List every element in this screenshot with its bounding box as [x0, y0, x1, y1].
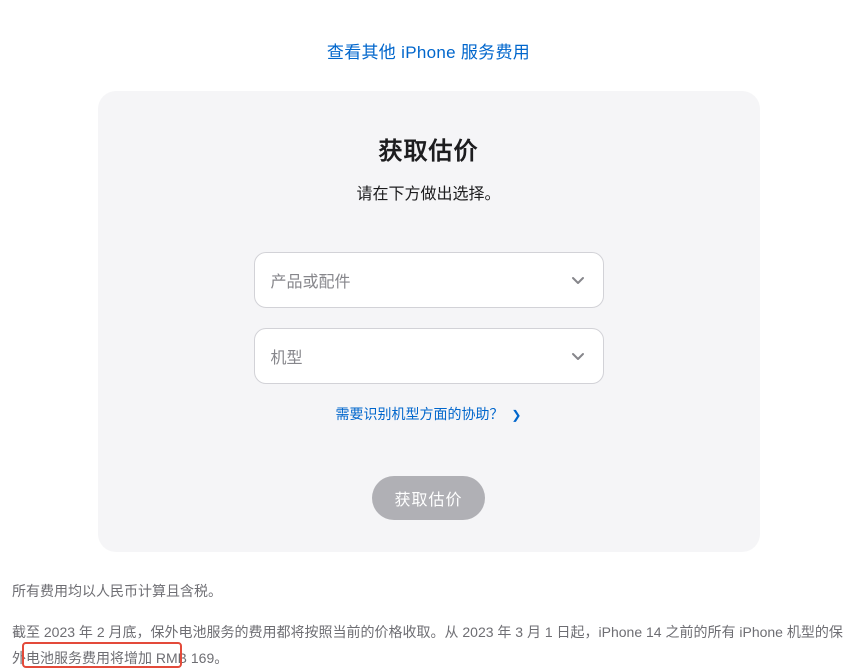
chevron-down-icon — [571, 273, 585, 287]
model-select-wrapper: 机型 — [254, 328, 604, 384]
model-select[interactable]: 机型 — [254, 328, 604, 384]
top-link-container: 查看其他 iPhone 服务费用 — [0, 0, 857, 81]
product-select-wrapper: 产品或配件 — [254, 252, 604, 308]
footer-note-price-change-wrap: 截至 2023 年 2 月底，保外电池服务的费用都将按照当前的价格收取。从 20… — [12, 619, 849, 672]
chevron-right-icon: ❯ — [511, 408, 521, 422]
identify-model-help-link[interactable]: 需要识别机型方面的协助？ ❯ — [336, 406, 522, 422]
other-services-link[interactable]: 查看其他 iPhone 服务费用 — [327, 43, 530, 62]
estimate-card: 获取估价 请在下方做出选择。 产品或配件 机型 需要识别机型方面的协助？ ❯ — [98, 91, 760, 552]
product-select[interactable]: 产品或配件 — [254, 252, 604, 308]
get-estimate-button[interactable]: 获取估价 — [372, 476, 484, 520]
card-subtitle: 请在下方做出选择。 — [128, 180, 730, 204]
chevron-down-icon — [571, 349, 585, 363]
product-select-placeholder: 产品或配件 — [271, 268, 351, 292]
model-select-placeholder: 机型 — [271, 344, 303, 368]
footer-note-price-change: 截至 2023 年 2 月底，保外电池服务的费用都将按照当前的价格收取。从 20… — [12, 619, 849, 672]
card-title: 获取估价 — [128, 131, 730, 166]
help-link-label: 需要识别机型方面的协助？ — [336, 406, 504, 422]
help-link-container: 需要识别机型方面的协助？ ❯ — [128, 404, 730, 424]
footer-note-currency: 所有费用均以人民币计算且含税。 — [12, 578, 849, 605]
footer-text: 所有费用均以人民币计算且含税。 截至 2023 年 2 月底，保外电池服务的费用… — [12, 578, 849, 672]
